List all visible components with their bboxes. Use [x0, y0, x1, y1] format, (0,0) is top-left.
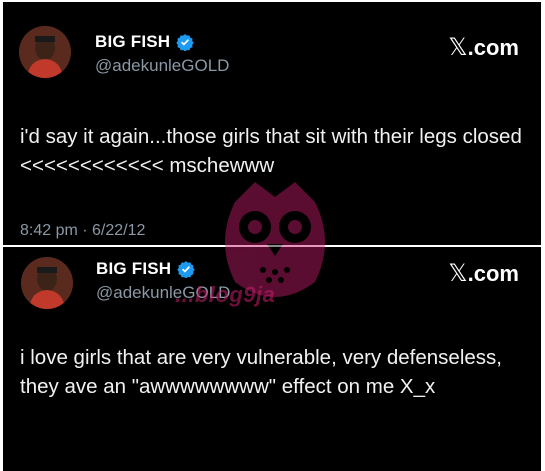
- watermark-text: ...blog9ja: [175, 282, 276, 307]
- tweet-text: i love girls that are very vulnerable, v…: [20, 346, 502, 398]
- brand-suffix: .com: [467, 35, 519, 60]
- tweet-timestamp[interactable]: 8:42 pm · 6/22/12: [20, 222, 145, 240]
- verified-badge-icon: [176, 34, 194, 51]
- x-logo-icon: 𝕏: [448, 33, 468, 61]
- tweet-text: i'd say it again...those girls that sit …: [20, 125, 522, 177]
- display-name[interactable]: BIG FISH: [96, 259, 171, 279]
- x-com-brand: 𝕏.com: [448, 259, 519, 287]
- avatar-image: [19, 26, 71, 78]
- handle[interactable]: @adekunleGOLD: [95, 56, 229, 76]
- name-row: BIG FISH: [95, 32, 194, 52]
- display-name[interactable]: BIG FISH: [95, 32, 170, 52]
- name-row: BIG FISH: [96, 259, 195, 279]
- x-logo-icon: 𝕏: [448, 259, 468, 287]
- tweet-card-1: BIG FISH @adekunleGOLD 𝕏.com i'd say it …: [3, 2, 541, 245]
- x-com-brand: 𝕏.com: [448, 33, 519, 61]
- verified-badge-icon: [177, 261, 195, 278]
- avatar[interactable]: [21, 257, 73, 309]
- tweet-card-2: BIG FISH @adekunleGOLD 𝕏.com i love girl…: [3, 245, 541, 471]
- brand-suffix: .com: [467, 261, 519, 286]
- avatar[interactable]: [19, 26, 71, 78]
- avatar-image: [21, 257, 73, 309]
